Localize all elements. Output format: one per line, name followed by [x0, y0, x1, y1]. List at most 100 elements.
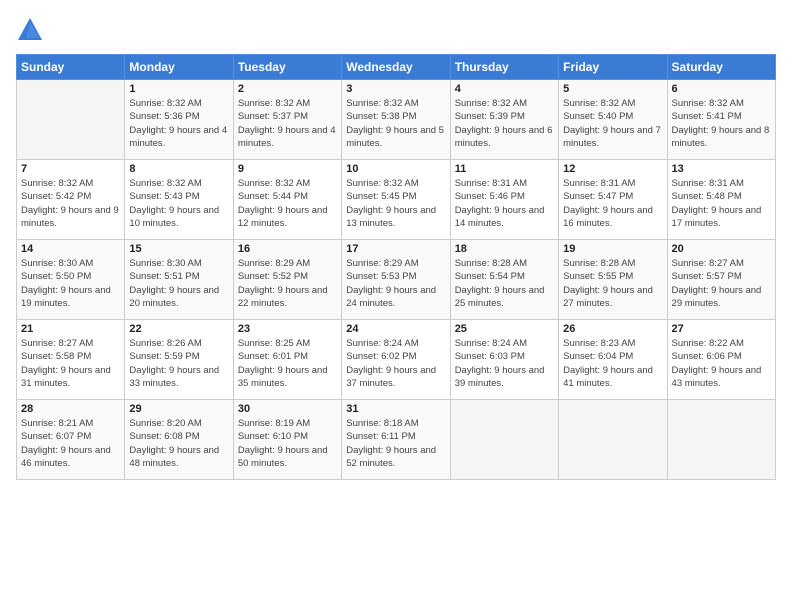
column-header-wednesday: Wednesday	[342, 55, 450, 80]
calendar-cell: 17 Sunrise: 8:29 AMSunset: 5:53 PMDayligh…	[342, 240, 450, 320]
calendar-header-row: SundayMondayTuesdayWednesdayThursdayFrid…	[17, 55, 776, 80]
cell-info: Sunrise: 8:32 AMSunset: 5:38 PMDaylight:…	[346, 97, 445, 150]
calendar-cell: 14 Sunrise: 8:30 AMSunset: 5:50 PMDayligh…	[17, 240, 125, 320]
day-number: 16	[238, 243, 337, 255]
calendar-cell: 19 Sunrise: 8:28 AMSunset: 5:55 PMDayligh…	[559, 240, 667, 320]
calendar-week-row: 1 Sunrise: 8:32 AMSunset: 5:36 PMDaylight…	[17, 80, 776, 160]
logo-icon	[16, 16, 44, 44]
day-number: 26	[563, 323, 662, 335]
calendar-cell: 15 Sunrise: 8:30 AMSunset: 5:51 PMDayligh…	[125, 240, 233, 320]
day-number: 8	[129, 163, 228, 175]
column-header-saturday: Saturday	[667, 55, 775, 80]
day-number: 28	[21, 403, 120, 415]
calendar-cell: 16 Sunrise: 8:29 AMSunset: 5:52 PMDayligh…	[233, 240, 341, 320]
calendar-cell: 4 Sunrise: 8:32 AMSunset: 5:39 PMDaylight…	[450, 80, 558, 160]
day-number: 14	[21, 243, 120, 255]
calendar-cell: 28 Sunrise: 8:21 AMSunset: 6:07 PMDayligh…	[17, 400, 125, 480]
calendar-cell: 9 Sunrise: 8:32 AMSunset: 5:44 PMDaylight…	[233, 160, 341, 240]
column-header-monday: Monday	[125, 55, 233, 80]
calendar-week-row: 14 Sunrise: 8:30 AMSunset: 5:50 PMDayligh…	[17, 240, 776, 320]
day-number: 17	[346, 243, 445, 255]
calendar-week-row: 7 Sunrise: 8:32 AMSunset: 5:42 PMDaylight…	[17, 160, 776, 240]
calendar-cell: 29 Sunrise: 8:20 AMSunset: 6:08 PMDayligh…	[125, 400, 233, 480]
day-number: 21	[21, 323, 120, 335]
cell-info: Sunrise: 8:32 AMSunset: 5:36 PMDaylight:…	[129, 97, 228, 150]
cell-info: Sunrise: 8:32 AMSunset: 5:39 PMDaylight:…	[455, 97, 554, 150]
calendar-cell: 7 Sunrise: 8:32 AMSunset: 5:42 PMDaylight…	[17, 160, 125, 240]
cell-info: Sunrise: 8:31 AMSunset: 5:47 PMDaylight:…	[563, 177, 662, 230]
calendar-cell: 20 Sunrise: 8:27 AMSunset: 5:57 PMDayligh…	[667, 240, 775, 320]
cell-info: Sunrise: 8:28 AMSunset: 5:55 PMDaylight:…	[563, 257, 662, 310]
calendar-cell	[17, 80, 125, 160]
calendar-cell: 23Sunrise: 8:25 AMSunset: 6:01 PMDayligh…	[233, 320, 341, 400]
day-number: 22	[129, 323, 228, 335]
calendar-cell: 5 Sunrise: 8:32 AMSunset: 5:40 PMDaylight…	[559, 80, 667, 160]
cell-info: Sunrise: 8:30 AMSunset: 5:50 PMDaylight:…	[21, 257, 120, 310]
cell-info: Sunrise: 8:23 AMSunset: 6:04 PMDaylight:…	[563, 337, 662, 390]
cell-info: Sunrise: 8:28 AMSunset: 5:54 PMDaylight:…	[455, 257, 554, 310]
cell-info: Sunrise: 8:27 AMSunset: 5:58 PMDaylight:…	[21, 337, 120, 390]
calendar-cell	[559, 400, 667, 480]
day-number: 5	[563, 83, 662, 95]
day-number: 4	[455, 83, 554, 95]
day-number: 12	[563, 163, 662, 175]
calendar-cell: 8Sunrise: 8:32 AMSunset: 5:43 PMDaylight…	[125, 160, 233, 240]
calendar-cell: 10 Sunrise: 8:32 AMSunset: 5:45 PMDayligh…	[342, 160, 450, 240]
day-number: 31	[346, 403, 445, 415]
calendar-cell: 6Sunrise: 8:32 AMSunset: 5:41 PMDaylight…	[667, 80, 775, 160]
day-number: 6	[672, 83, 771, 95]
cell-info: Sunrise: 8:27 AMSunset: 5:57 PMDaylight:…	[672, 257, 771, 310]
day-number: 29	[129, 403, 228, 415]
calendar-cell	[450, 400, 558, 480]
calendar-cell: 27Sunrise: 8:22 AMSunset: 6:06 PMDayligh…	[667, 320, 775, 400]
day-number: 7	[21, 163, 120, 175]
day-number: 24	[346, 323, 445, 335]
calendar-week-row: 21 Sunrise: 8:27 AMSunset: 5:58 PMDayligh…	[17, 320, 776, 400]
day-number: 9	[238, 163, 337, 175]
cell-info: Sunrise: 8:19 AMSunset: 6:10 PMDaylight:…	[238, 417, 337, 470]
cell-info: Sunrise: 8:21 AMSunset: 6:07 PMDaylight:…	[21, 417, 120, 470]
column-header-thursday: Thursday	[450, 55, 558, 80]
cell-info: Sunrise: 8:26 AMSunset: 5:59 PMDaylight:…	[129, 337, 228, 390]
logo	[16, 16, 48, 44]
day-number: 1	[129, 83, 228, 95]
day-number: 3	[346, 83, 445, 95]
day-number: 10	[346, 163, 445, 175]
day-number: 19	[563, 243, 662, 255]
column-header-sunday: Sunday	[17, 55, 125, 80]
day-number: 13	[672, 163, 771, 175]
day-number: 20	[672, 243, 771, 255]
calendar-cell: 2 Sunrise: 8:32 AMSunset: 5:37 PMDaylight…	[233, 80, 341, 160]
cell-info: Sunrise: 8:31 AMSunset: 5:48 PMDaylight:…	[672, 177, 771, 230]
calendar-cell: 25 Sunrise: 8:24 AMSunset: 6:03 PMDayligh…	[450, 320, 558, 400]
calendar-cell: 13 Sunrise: 8:31 AMSunset: 5:48 PMDayligh…	[667, 160, 775, 240]
cell-info: Sunrise: 8:29 AMSunset: 5:53 PMDaylight:…	[346, 257, 445, 310]
cell-info: Sunrise: 8:32 AMSunset: 5:44 PMDaylight:…	[238, 177, 337, 230]
calendar-cell: 31 Sunrise: 8:18 AMSunset: 6:11 PMDayligh…	[342, 400, 450, 480]
day-number: 2	[238, 83, 337, 95]
cell-info: Sunrise: 8:30 AMSunset: 5:51 PMDaylight:…	[129, 257, 228, 310]
cell-info: Sunrise: 8:31 AMSunset: 5:46 PMDaylight:…	[455, 177, 554, 230]
cell-info: Sunrise: 8:22 AMSunset: 6:06 PMDaylight:…	[672, 337, 771, 390]
cell-info: Sunrise: 8:32 AMSunset: 5:37 PMDaylight:…	[238, 97, 337, 150]
page-header	[16, 16, 776, 44]
calendar-cell: 21 Sunrise: 8:27 AMSunset: 5:58 PMDayligh…	[17, 320, 125, 400]
calendar-cell: 26 Sunrise: 8:23 AMSunset: 6:04 PMDayligh…	[559, 320, 667, 400]
day-number: 11	[455, 163, 554, 175]
calendar-week-row: 28 Sunrise: 8:21 AMSunset: 6:07 PMDayligh…	[17, 400, 776, 480]
cell-info: Sunrise: 8:32 AMSunset: 5:42 PMDaylight:…	[21, 177, 120, 230]
cell-info: Sunrise: 8:32 AMSunset: 5:45 PMDaylight:…	[346, 177, 445, 230]
column-header-friday: Friday	[559, 55, 667, 80]
day-number: 15	[129, 243, 228, 255]
day-number: 18	[455, 243, 554, 255]
day-number: 25	[455, 323, 554, 335]
cell-info: Sunrise: 8:24 AMSunset: 6:02 PMDaylight:…	[346, 337, 445, 390]
cell-info: Sunrise: 8:18 AMSunset: 6:11 PMDaylight:…	[346, 417, 445, 470]
cell-info: Sunrise: 8:24 AMSunset: 6:03 PMDaylight:…	[455, 337, 554, 390]
cell-info: Sunrise: 8:20 AMSunset: 6:08 PMDaylight:…	[129, 417, 228, 470]
day-number: 23	[238, 323, 337, 335]
calendar-table: SundayMondayTuesdayWednesdayThursdayFrid…	[16, 54, 776, 480]
cell-info: Sunrise: 8:29 AMSunset: 5:52 PMDaylight:…	[238, 257, 337, 310]
cell-info: Sunrise: 8:32 AMSunset: 5:40 PMDaylight:…	[563, 97, 662, 150]
calendar-cell: 22 Sunrise: 8:26 AMSunset: 5:59 PMDayligh…	[125, 320, 233, 400]
